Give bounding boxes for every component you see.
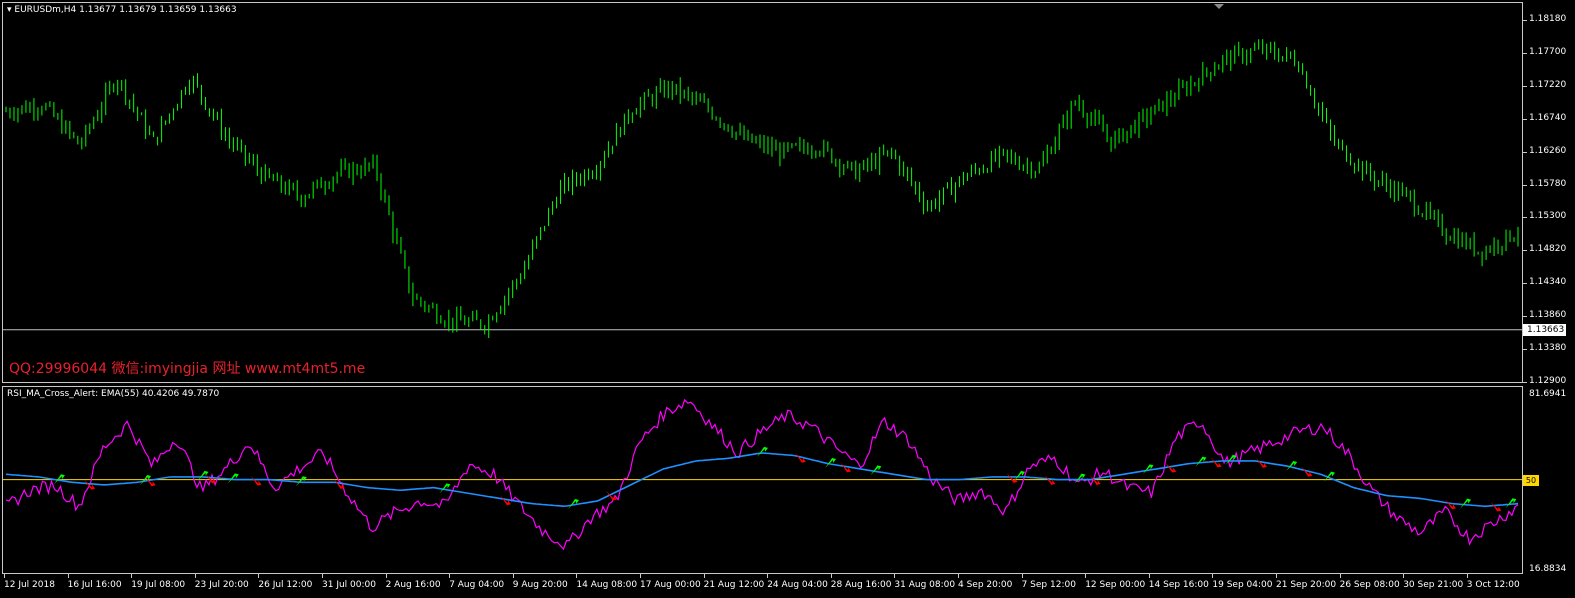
buy-arrow-icon bbox=[1074, 473, 1086, 484]
time-axis-label: 3 Oct 12:00 bbox=[1466, 580, 1520, 590]
time-axis-tick bbox=[194, 574, 196, 578]
time-axis-label: 24 Aug 04:00 bbox=[767, 580, 828, 590]
time-axis-label: 30 Sep 21:00 bbox=[1403, 580, 1464, 590]
time-axis-label: 14 Sep 16:00 bbox=[1148, 580, 1209, 590]
price-axis-tick bbox=[1523, 283, 1527, 285]
price-axis-tick bbox=[1523, 151, 1527, 153]
price-axis-label: 1.16740 bbox=[1529, 112, 1567, 123]
time-axis-tick bbox=[322, 574, 323, 578]
price-axis-label: 1.12900 bbox=[1529, 376, 1567, 386]
time-axis-tick bbox=[258, 574, 260, 578]
price-axis-label: 1.14340 bbox=[1529, 277, 1567, 288]
time-axis-tick bbox=[4, 574, 5, 578]
price-axis-tick bbox=[1523, 184, 1527, 186]
time-axis-label: 14 Aug 08:00 bbox=[576, 580, 638, 590]
price-axis-label: 1.17700 bbox=[1529, 46, 1567, 57]
time-axis-tick bbox=[830, 574, 832, 578]
time-axis-label: 31 Jul 00:00 bbox=[322, 580, 376, 590]
price-axis-tick bbox=[1523, 250, 1527, 252]
price-axis-label: 1.16260 bbox=[1529, 145, 1567, 156]
time-axis-label: 2 Aug 16:00 bbox=[385, 580, 441, 590]
time-axis-tick bbox=[1403, 574, 1405, 578]
time-axis-label: 28 Aug 16:00 bbox=[830, 580, 892, 590]
price-axis-label: 1.13860 bbox=[1529, 310, 1567, 321]
price-axis-tick bbox=[1523, 382, 1527, 383]
price-axis-label: 1.17220 bbox=[1529, 79, 1567, 90]
time-axis-label: 19 Sep 04:00 bbox=[1212, 580, 1273, 590]
time-axis-label: 12 Sep 00:00 bbox=[1085, 580, 1146, 590]
time-axis-tick bbox=[449, 574, 451, 578]
time-axis-label: 26 Jul 12:00 bbox=[258, 580, 313, 590]
time-axis-tick bbox=[958, 574, 959, 578]
price-axis-tick bbox=[1523, 118, 1527, 120]
rsi-line bbox=[5, 398, 1519, 551]
time-axis-label: 17 Aug 00:00 bbox=[640, 580, 701, 590]
time-axis-label: 12 Jul 2018 bbox=[4, 580, 55, 590]
sell-arrow-icon bbox=[1006, 472, 1018, 483]
price-axis-tick bbox=[1523, 20, 1527, 21]
price-axis-tick bbox=[1523, 316, 1527, 318]
price-axis-label: 1.14820 bbox=[1529, 244, 1567, 255]
time-axis-label: 21 Sep 20:00 bbox=[1276, 580, 1337, 590]
chart-graphics bbox=[3, 39, 1522, 551]
time-axis-label: 31 Aug 08:00 bbox=[894, 580, 956, 590]
time-axis-label: 23 Jul 20:00 bbox=[194, 580, 249, 590]
price-axis-tick bbox=[1523, 349, 1527, 351]
level-50-label: 50 bbox=[1523, 474, 1539, 486]
time-axis-tick bbox=[1085, 574, 1087, 578]
current-price-label: 1.13663 bbox=[1523, 323, 1566, 336]
price-axis-tick bbox=[1523, 217, 1527, 219]
time-axis-label: 9 Aug 20:00 bbox=[512, 580, 568, 590]
sell-arrow-icon bbox=[250, 475, 262, 486]
price-axis-tick bbox=[1523, 85, 1527, 87]
time-axis-label: 7 Aug 04:00 bbox=[449, 580, 505, 590]
indicator-min-label: 16.8834 bbox=[1529, 564, 1567, 574]
time-axis-tick bbox=[67, 574, 69, 578]
price-axis-tick bbox=[1523, 52, 1527, 54]
price-axis-label: 1.15300 bbox=[1529, 211, 1567, 222]
time-axis-tick bbox=[640, 574, 641, 578]
time-axis-tick bbox=[1339, 574, 1341, 578]
time-axis-tick bbox=[894, 574, 896, 578]
time-axis-tick bbox=[767, 574, 769, 578]
time-axis-label: 4 Sep 20:00 bbox=[958, 580, 1013, 590]
indicator-max-label: 81.6941 bbox=[1529, 389, 1567, 399]
time-axis-tick bbox=[1148, 574, 1150, 578]
time-axis-tick bbox=[1021, 574, 1023, 578]
time-axis-tick bbox=[576, 574, 578, 578]
time-axis-tick bbox=[385, 574, 387, 578]
time-axis-tick bbox=[1276, 574, 1277, 578]
price-axis-label: 1.18180 bbox=[1529, 14, 1567, 24]
time-axis-label: 26 Sep 08:00 bbox=[1339, 580, 1400, 590]
time-axis-label: 21 Aug 12:00 bbox=[703, 580, 765, 590]
time-axis-tick bbox=[131, 574, 133, 578]
buy-arrow-icon bbox=[757, 446, 768, 457]
time-axis-tick bbox=[703, 574, 705, 578]
price-axis-label: 1.13380 bbox=[1529, 343, 1567, 354]
time-axis-label: 19 Jul 08:00 bbox=[131, 580, 186, 590]
time-axis-label: 16 Jul 16:00 bbox=[67, 580, 122, 590]
time-axis-tick bbox=[512, 574, 514, 578]
time-axis-tick bbox=[1212, 574, 1214, 578]
price-axis-label: 1.15780 bbox=[1529, 178, 1567, 189]
time-axis-tick bbox=[1466, 574, 1468, 578]
time-axis-label: 7 Sep 12:00 bbox=[1021, 580, 1076, 590]
